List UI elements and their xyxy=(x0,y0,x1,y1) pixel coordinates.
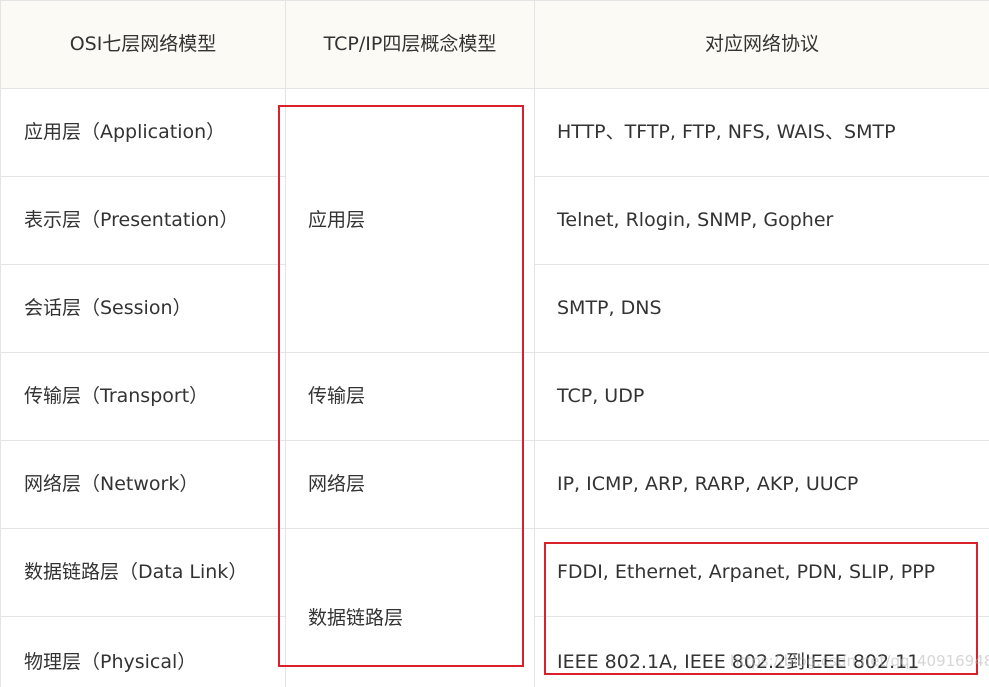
header-row: OSI七层网络模型 TCP/IP四层概念模型 对应网络协议 xyxy=(0,0,989,89)
osi-layer-cell: 会话层（Session） xyxy=(0,264,286,353)
header-osi-model: OSI七层网络模型 xyxy=(0,0,286,89)
osi-layer-cell: 传输层（Transport） xyxy=(0,352,286,441)
protocols-cell: HTTP、TFTP, FTP, NFS, WAIS、SMTP xyxy=(534,88,989,177)
osi-tcpip-protocol-table: OSI七层网络模型 TCP/IP四层概念模型 对应网络协议 应用层（Applic… xyxy=(0,0,989,687)
osi-layer-cell: 物理层（Physical） xyxy=(0,616,286,687)
protocols-cell: TCP, UDP xyxy=(534,352,989,441)
tcpip-layer-cell: 网络层 xyxy=(285,440,535,529)
table-row: 传输层（Transport） 传输层 TCP, UDP xyxy=(0,352,989,441)
protocols-cell: FDDI, Ethernet, Arpanet, PDN, SLIP, PPP xyxy=(534,528,989,617)
header-tcpip-model: TCP/IP四层概念模型 xyxy=(285,0,535,89)
protocols-cell: IEEE 802.1A, IEEE 802.2到IEEE 802.11 xyxy=(534,616,989,687)
protocols-cell: IP, ICMP, ARP, RARP, AKP, UUCP xyxy=(534,440,989,529)
tcpip-layer-cell: 数据链路层 xyxy=(285,528,535,687)
header-protocols: 对应网络协议 xyxy=(534,0,989,89)
table-row: 网络层（Network） 网络层 IP, ICMP, ARP, RARP, AK… xyxy=(0,440,989,529)
tcpip-layer-cell: 应用层 xyxy=(285,88,535,353)
table-row: 数据链路层（Data Link） 数据链路层 FDDI, Ethernet, A… xyxy=(0,528,989,687)
protocols-cell: Telnet, Rlogin, SNMP, Gopher xyxy=(534,176,989,265)
table-row: 应用层（Application） 应用层 HTTP、TFTP, FTP, NFS… xyxy=(0,88,989,353)
tcpip-layer-cell: 传输层 xyxy=(285,352,535,441)
osi-layer-cell: 应用层（Application） xyxy=(0,88,286,177)
osi-layer-cell: 网络层（Network） xyxy=(0,440,286,529)
osi-layer-cell: 表示层（Presentation） xyxy=(0,176,286,265)
osi-layer-cell: 数据链路层（Data Link） xyxy=(0,528,286,617)
protocols-cell: SMTP, DNS xyxy=(534,264,989,353)
